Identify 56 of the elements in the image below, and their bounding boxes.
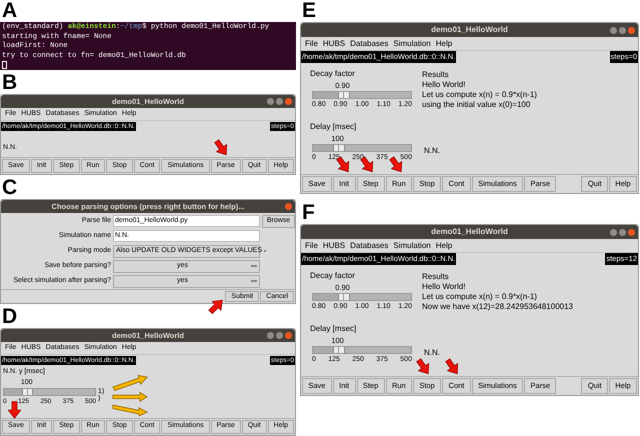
slider-track[interactable] [312, 144, 412, 152]
callout-arrows-drawing [112, 374, 148, 418]
maximize-icon[interactable] [619, 26, 626, 34]
panel-letter: A [1, 0, 18, 22]
close-icon[interactable] [285, 332, 292, 339]
close-icon[interactable] [285, 203, 292, 210]
panel-letter: E [301, 0, 316, 22]
result-line: Let us compute x(n) = 0.9*x(n-1) [422, 292, 537, 302]
slider-thumb[interactable] [338, 92, 350, 98]
minimize-icon[interactable] [267, 332, 274, 339]
slider-label: Delay [msec] [310, 120, 356, 132]
close-icon[interactable] [628, 26, 635, 34]
menu-item[interactable]: File [305, 240, 318, 252]
menu-item[interactable]: Databases [350, 38, 388, 50]
menu-item[interactable]: HUBS [322, 38, 346, 50]
maximize-icon[interactable] [276, 98, 283, 105]
window-title: demo01_HelloWorld [431, 226, 508, 238]
slider-track[interactable] [312, 91, 412, 99]
slider-thumb[interactable] [338, 294, 350, 300]
results-heading: Results [422, 70, 449, 80]
panel-letter: B [1, 72, 18, 94]
status-text: N.N. [424, 348, 440, 358]
minimize-icon[interactable] [267, 98, 274, 105]
slider-track[interactable] [312, 346, 412, 354]
minimize-icon[interactable] [610, 26, 617, 34]
panel-letter: C [1, 177, 18, 199]
close-icon[interactable] [628, 228, 635, 236]
result-line: Hello World! [422, 80, 466, 90]
slider-label: Decay factor [310, 68, 355, 80]
menu-item[interactable]: Help [436, 38, 452, 50]
panel-letter: D [1, 306, 18, 328]
slider-thumb[interactable] [332, 144, 345, 150]
panel-letter: F [301, 202, 315, 224]
result-line: using the initial value x(0)=100 [422, 100, 530, 110]
minimize-icon[interactable] [610, 228, 617, 236]
result-line: Hello World! [422, 282, 466, 292]
slider-track[interactable] [3, 388, 96, 396]
slider-thumb[interactable] [22, 388, 34, 394]
menu-item[interactable]: HUBS [322, 240, 346, 252]
slider-label: Delay [msec] [310, 322, 356, 334]
close-icon[interactable] [285, 98, 292, 105]
menu-item[interactable]: File [305, 38, 318, 50]
menu-item[interactable]: Databases [350, 240, 388, 252]
menu-item[interactable]: Help [436, 240, 452, 252]
slider-thumb[interactable] [332, 346, 345, 352]
results-heading: Results [422, 272, 449, 282]
window-title: demo01_HelloWorld [431, 24, 508, 36]
maximize-icon[interactable] [276, 332, 283, 339]
menu-item[interactable]: Simulation [393, 38, 431, 50]
slider-track[interactable] [312, 293, 412, 301]
status-text: N.N. [424, 146, 440, 156]
maximize-icon[interactable] [619, 228, 626, 236]
result-line: Now we have x(12)=28.242953648100013 [422, 302, 574, 312]
menu-item[interactable]: Simulation [393, 240, 431, 252]
result-line: Let us compute x(n) = 0.9*x(n-1) [422, 90, 537, 100]
slider-label: Decay factor [310, 270, 355, 282]
